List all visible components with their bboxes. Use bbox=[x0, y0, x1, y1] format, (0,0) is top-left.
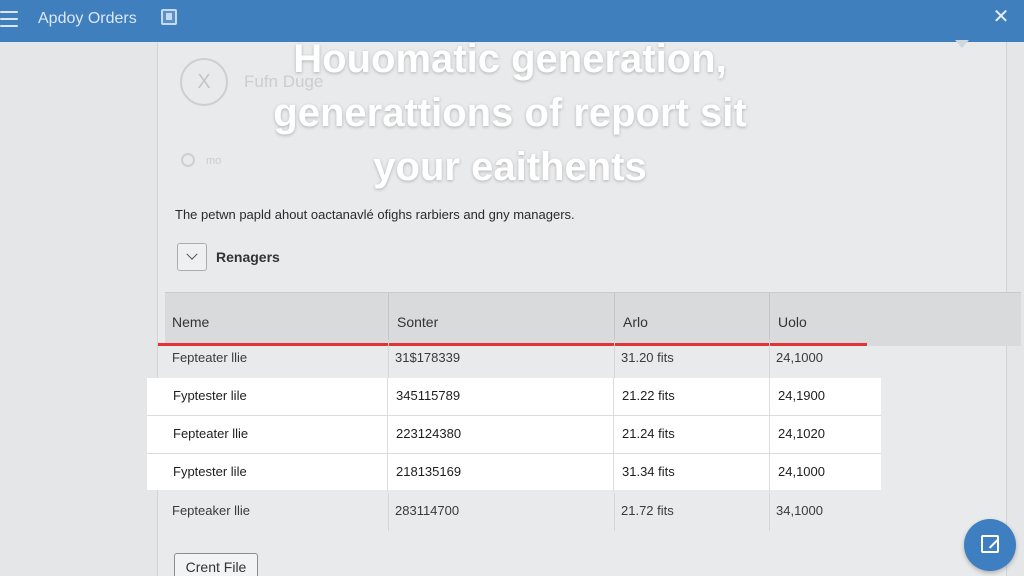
cell-sonter: 31$178339 bbox=[388, 340, 614, 378]
cell-name: Fepteater llie bbox=[173, 426, 249, 441]
table-header: Neme Sonter Arlo Uolo bbox=[165, 292, 1021, 347]
cell-sonter: 223124380 bbox=[387, 416, 613, 454]
panel-caret-icon bbox=[955, 40, 969, 48]
cell-name: Fyptester lile bbox=[173, 388, 247, 403]
cell-sonter: 283114700 bbox=[388, 493, 614, 531]
headline-line-3: your eaithents bbox=[373, 145, 647, 189]
column-header-sonter[interactable]: Sonter bbox=[388, 293, 614, 347]
headline-line-1: Houomatic generation, bbox=[293, 37, 727, 81]
cell-arlo: 21.72 fits bbox=[614, 493, 769, 531]
headline-line-2: generattions of report sit bbox=[273, 91, 747, 135]
cell-sonter: 345115789 bbox=[387, 378, 613, 416]
description-text: The petwn papld ahout oactanavlé ofighs … bbox=[175, 207, 575, 222]
create-file-button[interactable]: Crent File bbox=[174, 553, 258, 576]
table-row[interactable]: Fepteaker llie 283114700 21.72 fits 34,1… bbox=[165, 493, 1021, 531]
status-dot-icon bbox=[181, 153, 195, 167]
cell-uolo: 24,1900 bbox=[769, 378, 881, 416]
cell-arlo: 31.20 fits bbox=[614, 340, 769, 378]
table-row[interactable]: Fepteater llie 223124380 21.24 fits 24,1… bbox=[147, 416, 881, 454]
cell-arlo: 21.24 fits bbox=[613, 416, 769, 454]
table-row[interactable]: Fyptester lile 345115789 21.22 fits 24,1… bbox=[147, 378, 881, 416]
managers-dropdown-label: Renagers bbox=[216, 249, 280, 265]
edit-icon bbox=[981, 535, 999, 553]
cell-arlo: 21.22 fits bbox=[613, 378, 769, 416]
menu-icon[interactable] bbox=[0, 11, 18, 27]
close-button[interactable]: ✕ bbox=[990, 5, 1012, 29]
floating-action-button[interactable] bbox=[964, 519, 1016, 571]
cell-sonter: 218135169 bbox=[387, 454, 613, 492]
table-row[interactable]: Fyptester lile 218135169 31.34 fits 24,1… bbox=[147, 454, 881, 492]
cell-uolo: 24,1000 bbox=[769, 340, 1021, 378]
cell-uolo: 24,1000 bbox=[769, 454, 881, 492]
cell-name: Fyptester lile bbox=[173, 464, 247, 479]
document-icon[interactable] bbox=[161, 9, 177, 25]
managers-dropdown-toggle[interactable] bbox=[177, 243, 207, 271]
headline-overlay: Houomatic generation, generattions of re… bbox=[200, 32, 820, 194]
column-header-name[interactable]: Neme bbox=[165, 293, 388, 347]
cell-arlo: 31.34 fits bbox=[613, 454, 769, 492]
app-title: Apdoy Orders bbox=[38, 10, 137, 27]
cell-uolo: 24,1020 bbox=[769, 416, 881, 454]
table-row[interactable]: Fepteater llie 31$178339 31.20 fits 24,1… bbox=[165, 340, 1021, 378]
cell-name: Fepteater llie bbox=[172, 350, 248, 365]
column-header-arlo[interactable]: Arlo bbox=[614, 293, 769, 347]
cell-name: Fepteaker llie bbox=[172, 503, 251, 518]
column-header-uolo[interactable]: Uolo bbox=[769, 293, 1021, 347]
chevron-down-icon bbox=[186, 248, 198, 260]
